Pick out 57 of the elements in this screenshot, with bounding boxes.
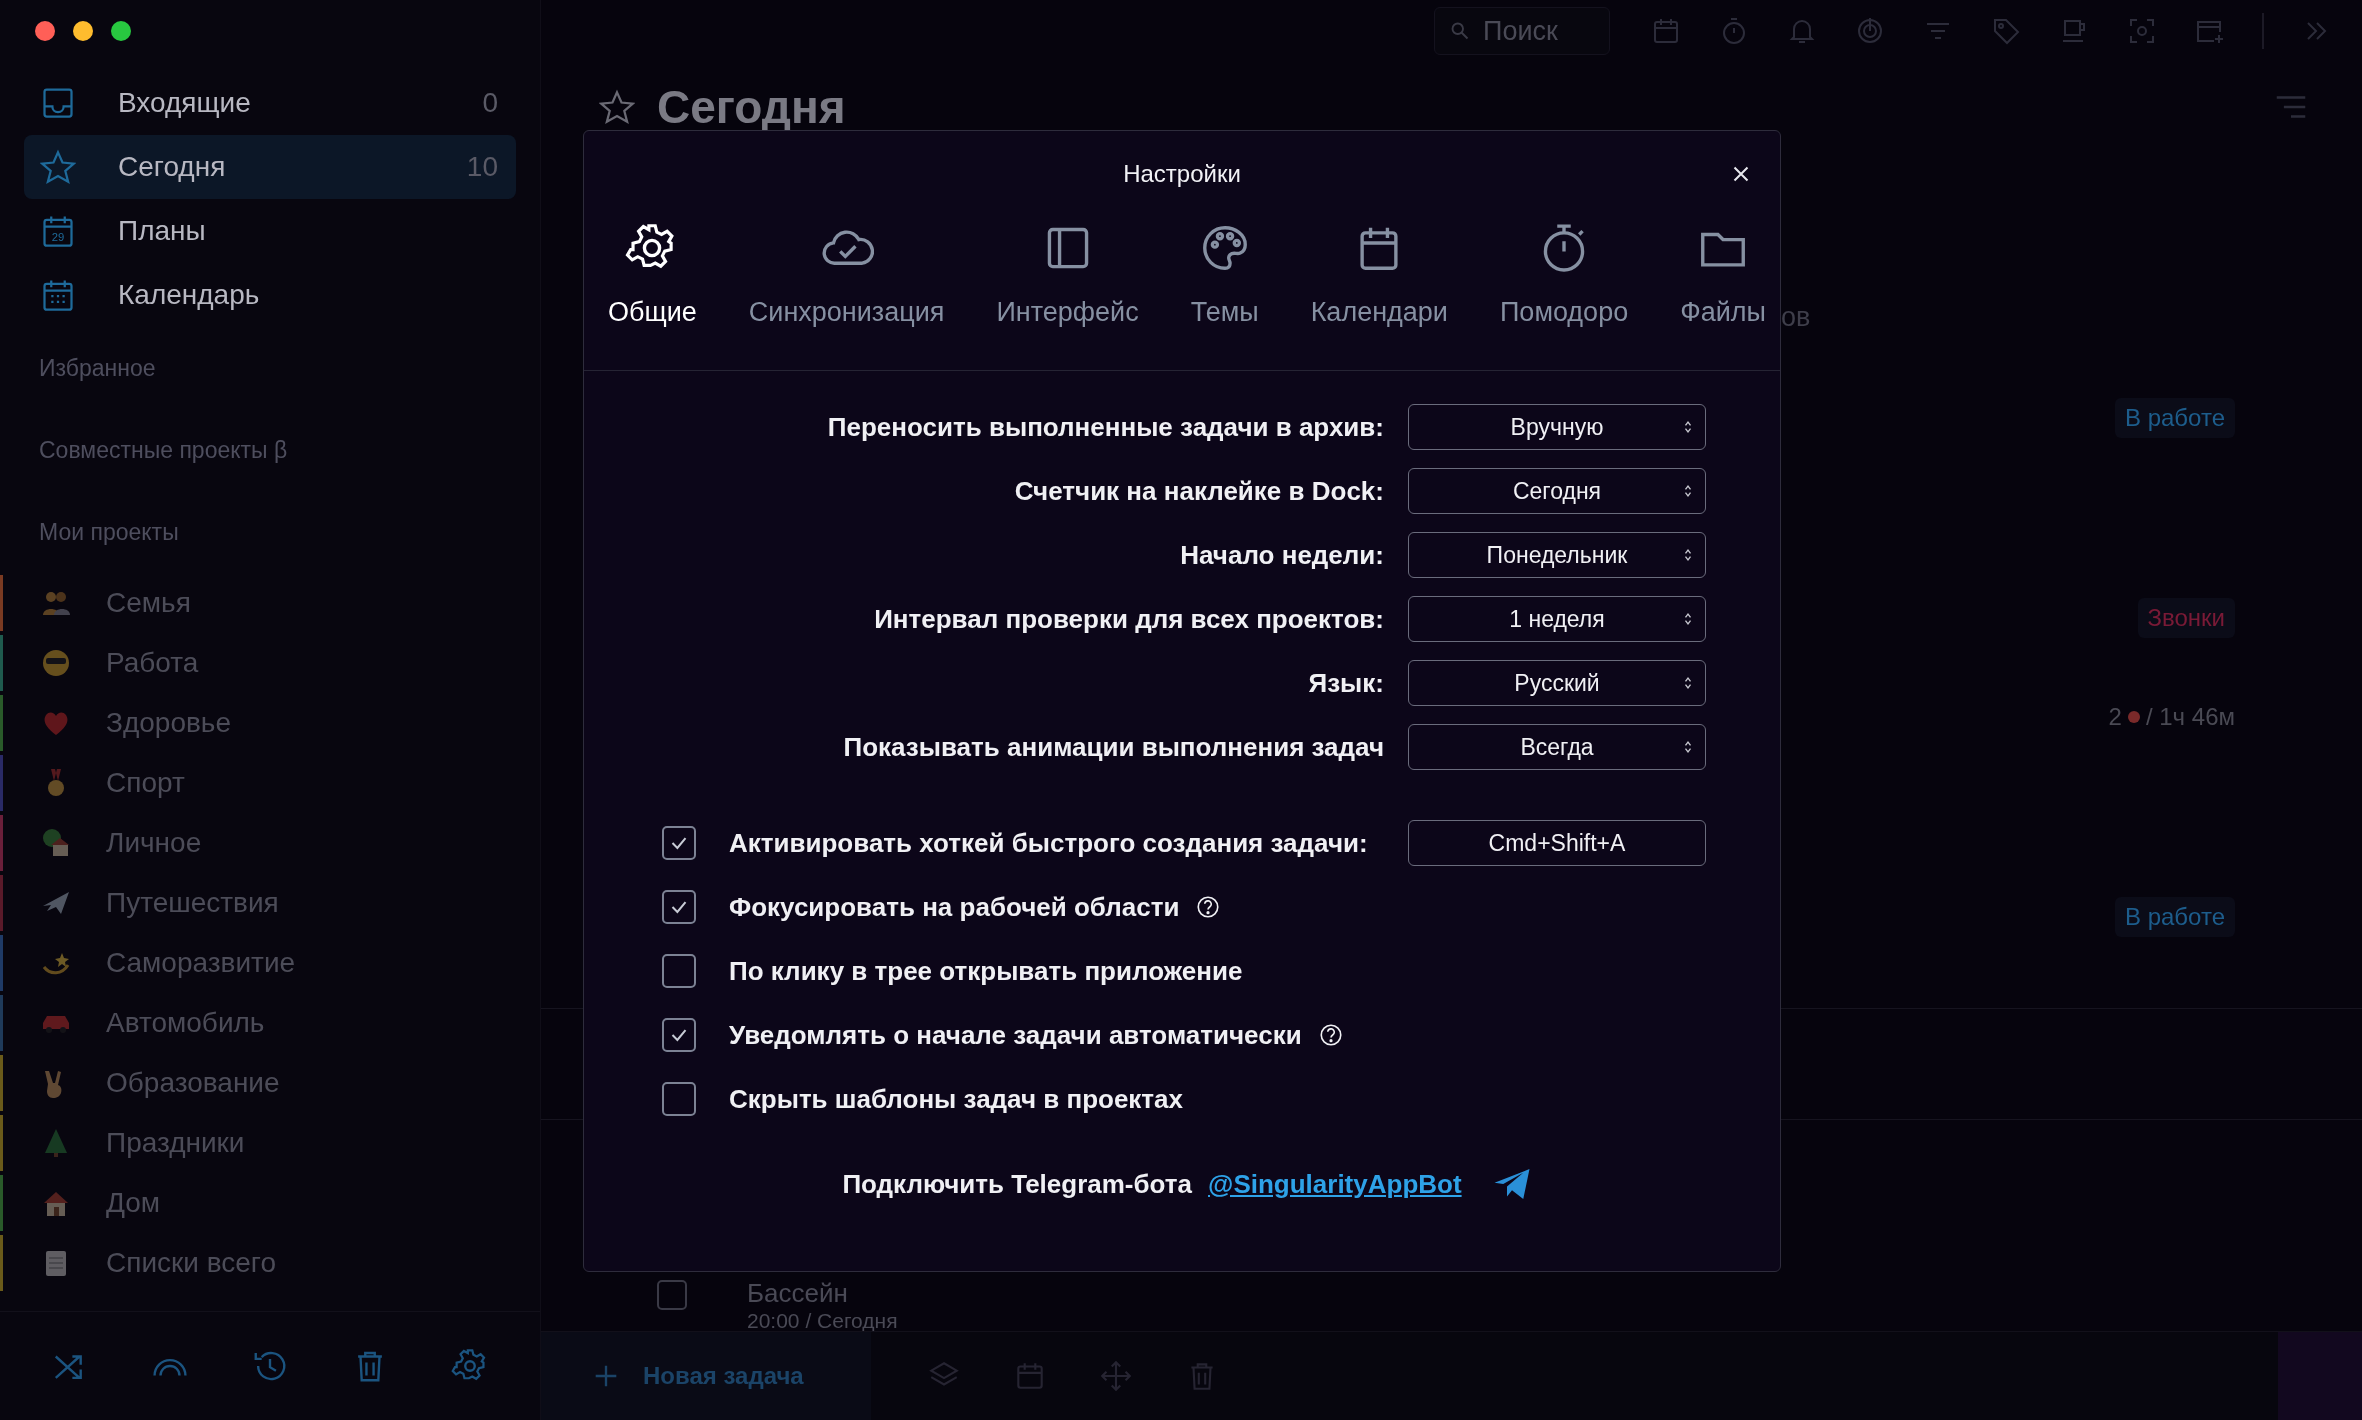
option-label: По клику в трее открывать приложение	[729, 955, 1243, 987]
task-duration: / 1ч 46м	[2145, 703, 2235, 731]
status-tag: Звонки	[2137, 598, 2235, 638]
help-icon[interactable]	[1317, 1022, 1344, 1048]
checkbox[interactable]	[662, 954, 696, 988]
select-dropdown[interactable]: Русский	[1408, 660, 1706, 706]
settings-tab[interactable]: Интерфейс	[996, 217, 1139, 370]
option-label: Скрыть шаблоны задач в проектах	[729, 1083, 1184, 1115]
checkbox[interactable]	[662, 890, 696, 924]
settings-tab[interactable]: Темы	[1190, 217, 1259, 370]
page-title: Сегодня	[657, 80, 847, 134]
tab-label: ов	[1781, 302, 1811, 332]
setting-label: Язык:	[1307, 667, 1384, 699]
setting-label: Переносить выполненные задачи в архив:	[826, 411, 1384, 443]
star-icon	[599, 89, 635, 125]
star-icon	[40, 149, 76, 185]
select-dropdown[interactable]: Сегодня	[1408, 468, 1706, 514]
select-dropdown[interactable]: Вручную	[1408, 404, 1706, 450]
sidebar-item[interactable]: Сегодня 10	[24, 135, 516, 199]
sidebar-item[interactable]: Календарь	[24, 263, 516, 327]
sidebar-item[interactable]: Входящие 0	[24, 71, 516, 135]
task-checkbox[interactable]	[657, 1280, 687, 1310]
select-dropdown[interactable]: Понедельник	[1408, 532, 1706, 578]
checkbox[interactable]	[662, 1082, 696, 1116]
settings-tab[interactable]: Календари	[1310, 217, 1448, 370]
window-control[interactable]	[35, 21, 55, 41]
window-control[interactable]	[73, 21, 93, 41]
setting-label: Интервал проверки для всех проектов:	[873, 603, 1384, 635]
telegram-label: Подключить Telegram-бота	[842, 1168, 1193, 1200]
settings-tab[interactable]: Синхронизация	[748, 217, 945, 370]
settings-tab[interactable]: Файлы	[1680, 217, 1766, 370]
option-label: Активировать хоткей быстрого создания задачи:	[729, 827, 1368, 859]
option-label: Уведомлять о начале задачи автоматически	[729, 1019, 1302, 1051]
select-dropdown[interactable]: Всегда	[1408, 724, 1706, 770]
hotkey-field[interactable]: Cmd+Shift+A	[1408, 820, 1706, 866]
smiley-icon	[40, 647, 72, 679]
sidebar-item[interactable]: 29 Планы	[24, 199, 516, 263]
inbox-icon	[40, 85, 76, 121]
select-dropdown[interactable]: 1 неделя	[1408, 596, 1706, 642]
task-title: Бассейн	[746, 1280, 849, 1306]
search-field[interactable]: Поиск	[1434, 7, 1610, 55]
task-count: 2	[2108, 703, 2122, 731]
setting-label: Показывать анимации выполнения задач	[842, 731, 1384, 763]
settings-tab[interactable]: Общие	[608, 217, 697, 370]
settings-tab[interactable]: Помодоро	[1499, 217, 1629, 370]
setting-label: Начало недели:	[1179, 539, 1384, 571]
dialog-title: Настройки	[1123, 160, 1241, 188]
status-tag: В работе	[2115, 398, 2235, 438]
telegram-link[interactable]: @SingularityAppBot	[1208, 1168, 1462, 1200]
checkbox[interactable]	[662, 826, 696, 860]
status-tag: В работе	[2115, 897, 2235, 937]
move-icon[interactable]	[1099, 1359, 1133, 1393]
checkbox[interactable]	[662, 1018, 696, 1052]
window-control[interactable]	[111, 21, 131, 41]
calendar-icon	[40, 277, 76, 313]
option-label: Фокусировать на рабочей области	[729, 891, 1180, 923]
setting-label: Счетчик на наклейке в Dock:	[1013, 475, 1384, 507]
